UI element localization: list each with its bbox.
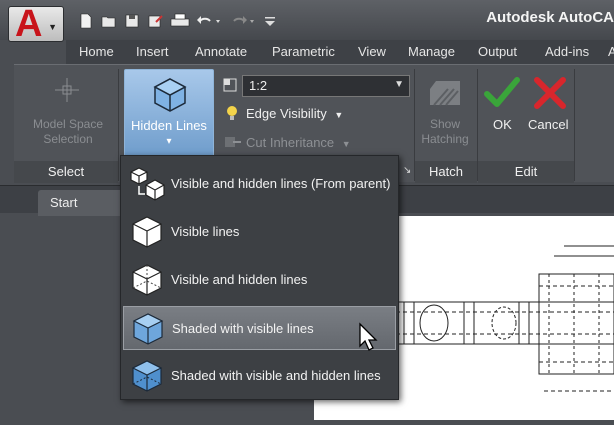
cube-shaded-icon [132, 313, 164, 345]
application-title: Autodesk AutoCA [486, 9, 614, 26]
checkmark-icon [484, 77, 520, 107]
new-icon[interactable] [78, 13, 94, 29]
dialog-launcher-icon[interactable]: ↘ [403, 165, 411, 176]
show-label: Show [429, 117, 461, 131]
menu-item-label: Shaded with visible lines [172, 321, 314, 336]
menu-item-label: Shaded with visible and hidden lines [171, 368, 381, 383]
customize-icon[interactable] [262, 13, 278, 29]
title-bar: A ▼ Autodesk AutoCA [0, 0, 614, 45]
crosshair-icon [55, 78, 79, 102]
cancel-button[interactable]: Cancel [528, 117, 568, 132]
model-space-label: Model Space [32, 117, 104, 131]
cube-icon [153, 78, 187, 112]
scale-value: 1:2 [249, 78, 268, 93]
save-icon[interactable] [124, 13, 140, 29]
scale-icon [223, 78, 237, 92]
hatch-panel-title: Hatch [429, 164, 463, 179]
edge-visibility-label: Edge Visibility [246, 106, 327, 121]
cut-inheritance-label: Cut Inheritance [246, 135, 335, 150]
chevron-down-icon: ▼ [48, 22, 57, 32]
hidden-lines-button[interactable]: Hidden Lines ▾ [124, 69, 214, 159]
tab-annotate[interactable]: Annotate [195, 40, 247, 64]
lightbulb-icon [227, 106, 237, 120]
menu-item-shaded-visible-hidden-lines[interactable]: Shaded with visible and hidden lines [123, 354, 396, 398]
tab-home[interactable]: Home [79, 40, 114, 64]
tab-insert[interactable]: Insert [136, 40, 169, 64]
hatch-icon [430, 81, 460, 106]
select-panel-title: Select [47, 164, 85, 179]
mouse-cursor-icon [359, 322, 378, 351]
scale-dropdown[interactable]: 1:2 ▼ [242, 75, 410, 97]
show-hatching-button[interactable]: Show Hatching [416, 117, 474, 147]
menu-item-visible-lines[interactable]: Visible lines [123, 210, 396, 254]
redo-icon[interactable] [230, 13, 258, 29]
cut-inheritance-icon [225, 137, 241, 147]
menu-item-shaded-visible-lines[interactable]: Shaded with visible lines [123, 306, 396, 350]
edit-panel-title: Edit [514, 164, 538, 179]
cut-inheritance-button[interactable]: Cut Inheritance ▼ [246, 135, 351, 150]
panel-divider [574, 69, 575, 181]
tab-add-ins[interactable]: Add-ins [545, 40, 589, 64]
panel-divider [118, 69, 119, 181]
ok-button[interactable]: OK [493, 117, 512, 132]
chevron-down-icon: ▾ [166, 136, 172, 147]
hidden-lines-dropdown-menu: Visible and hidden lines (From parent) V… [120, 155, 399, 400]
chevron-down-icon: ▼ [394, 79, 404, 90]
save-as-icon[interactable] [147, 13, 163, 29]
menu-item-visible-hidden-lines[interactable]: Visible and hidden lines [123, 258, 396, 302]
start-tab-label: Start [50, 195, 78, 210]
tab-view[interactable]: View [358, 40, 386, 64]
tab-manage[interactable]: Manage [408, 40, 455, 64]
hatch-panel-footer: Hatch [415, 161, 477, 183]
select-panel-footer: Select [14, 161, 118, 183]
application-menu-button[interactable]: A ▼ [8, 3, 64, 45]
tab-parametric[interactable]: Parametric [272, 40, 335, 64]
tab-a[interactable]: A [608, 40, 614, 64]
undo-icon[interactable] [196, 13, 224, 29]
selection-label: Selection [43, 132, 93, 146]
tab-start[interactable]: Start [38, 190, 128, 216]
model-space-selection-button[interactable]: Model Space Selection [20, 117, 116, 147]
hatching-label: Hatching [421, 132, 469, 146]
cubes-from-parent-icon [130, 167, 165, 201]
cube-visible-icon [132, 216, 162, 248]
cube-hidden-lines-icon [132, 264, 162, 296]
menu-item-label: Visible and hidden lines [171, 272, 308, 287]
menu-item-label: Visible lines [171, 224, 240, 239]
close-icon [534, 77, 566, 109]
menu-item-label: Visible and hidden lines (From parent) [171, 176, 391, 191]
autocad-logo-icon: A [15, 3, 43, 45]
chevron-down-icon: ▼ [341, 139, 351, 149]
hidden-lines-label: Hidden Lines [131, 118, 207, 133]
chevron-down-icon: ▼ [334, 110, 344, 120]
ribbon-tab-bar: Home Insert Annotate Parametric View Man… [66, 40, 614, 64]
menu-item-visible-hidden-from-parent[interactable]: Visible and hidden lines (From parent) [123, 162, 396, 206]
edge-visibility-button[interactable]: Edge Visibility ▼ [246, 106, 343, 121]
tab-output[interactable]: Output [478, 40, 517, 64]
plot-icon[interactable] [170, 13, 190, 29]
cube-shaded-hidden-icon [131, 360, 163, 392]
open-icon[interactable] [101, 13, 117, 29]
edit-panel-footer[interactable]: Edit ▼ [478, 161, 574, 199]
